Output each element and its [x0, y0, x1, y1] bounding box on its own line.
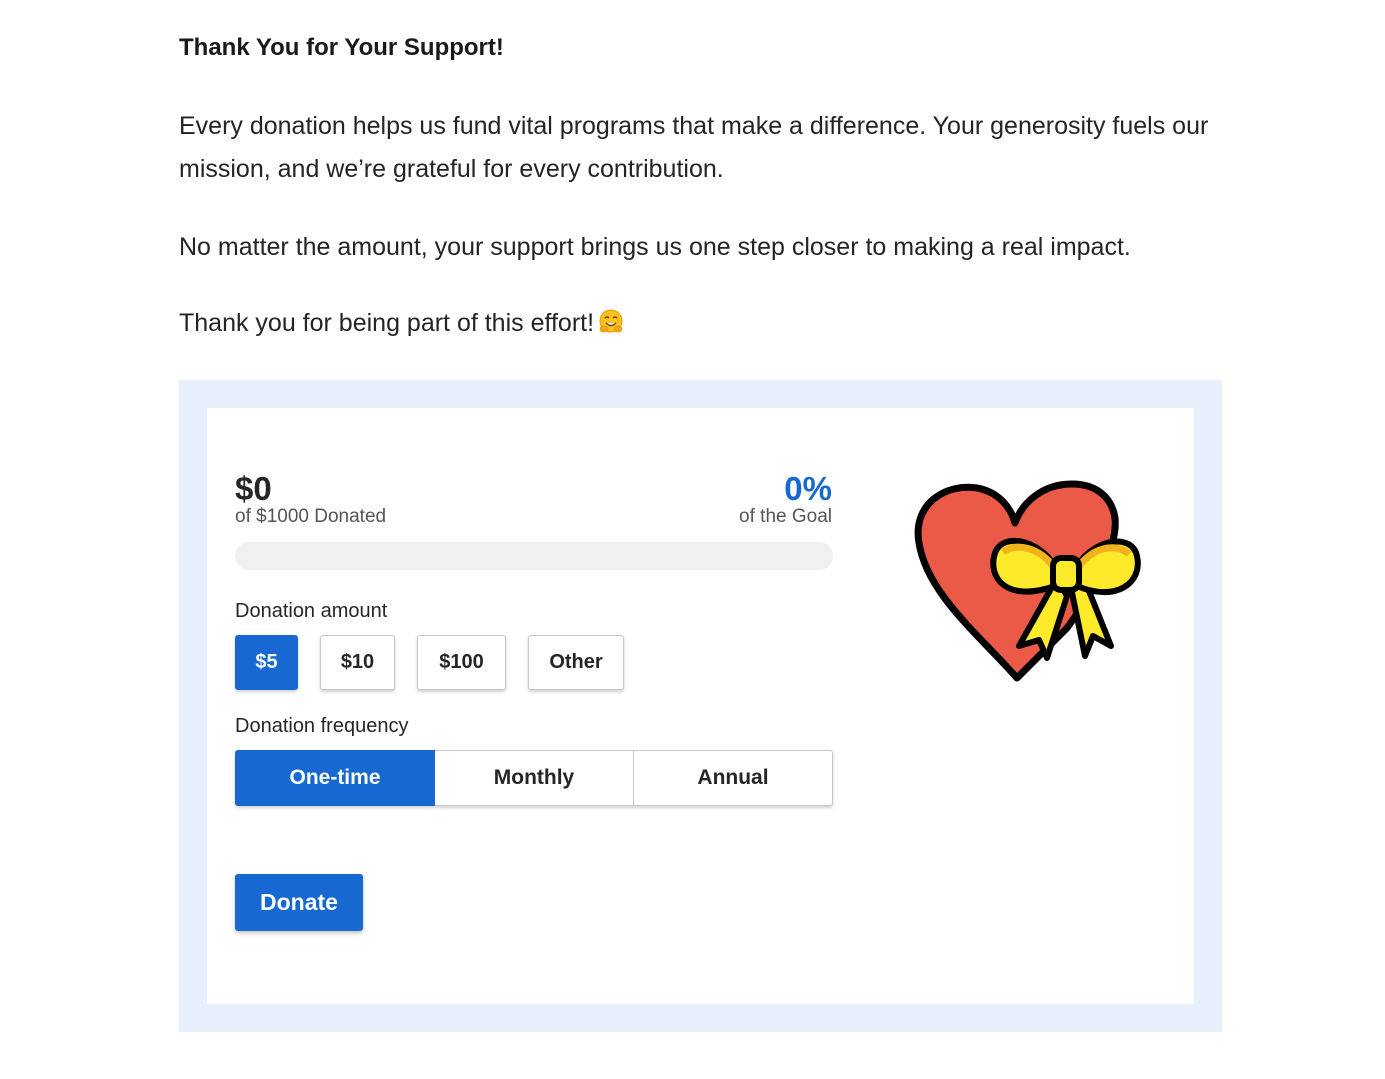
goal-caption: of the Goal	[739, 506, 832, 527]
page-title: Thank You for Your Support!	[179, 34, 504, 61]
donate-button[interactable]: Donate	[235, 874, 363, 931]
raised-caption: of $1000 Donated	[235, 506, 387, 527]
raised-amount: $0	[235, 470, 272, 507]
frequency-option-annual[interactable]: Annual	[634, 750, 833, 806]
goal-progress-bar	[235, 542, 833, 570]
donation-card: $0 of $1000 Donated 0% of the Goal Donat…	[207, 408, 1194, 1004]
donation-amount-label: Donation amount	[235, 600, 388, 622]
heart-with-ribbon-icon	[914, 480, 1141, 682]
frequency-option-monthly[interactable]: Monthly	[435, 750, 634, 806]
amount-option-10[interactable]: $10	[320, 635, 395, 690]
donation-widget: $0 of $1000 Donated 0% of the Goal Donat…	[179, 380, 1222, 1032]
thanks-paragraph: Thank you for being part of this effort!	[179, 302, 1239, 345]
frequency-toggle-group: One-time Monthly Annual	[235, 750, 833, 806]
amount-option-5[interactable]: $5	[235, 635, 298, 690]
amount-option-100[interactable]: $100	[417, 635, 506, 690]
amount-option-other[interactable]: Other	[528, 635, 624, 690]
thanks-text: Thank you for being part of this effort!	[179, 309, 595, 337]
frequency-option-one-time[interactable]: One-time	[235, 750, 435, 806]
intro-paragraph: Every donation helps us fund vital progr…	[179, 112, 1209, 183]
goal-percent: 0%	[784, 470, 832, 507]
hugging-face-icon	[599, 309, 623, 333]
impact-paragraph: No matter the amount, your support bring…	[179, 233, 1131, 261]
donation-frequency-label: Donation frequency	[235, 715, 409, 737]
